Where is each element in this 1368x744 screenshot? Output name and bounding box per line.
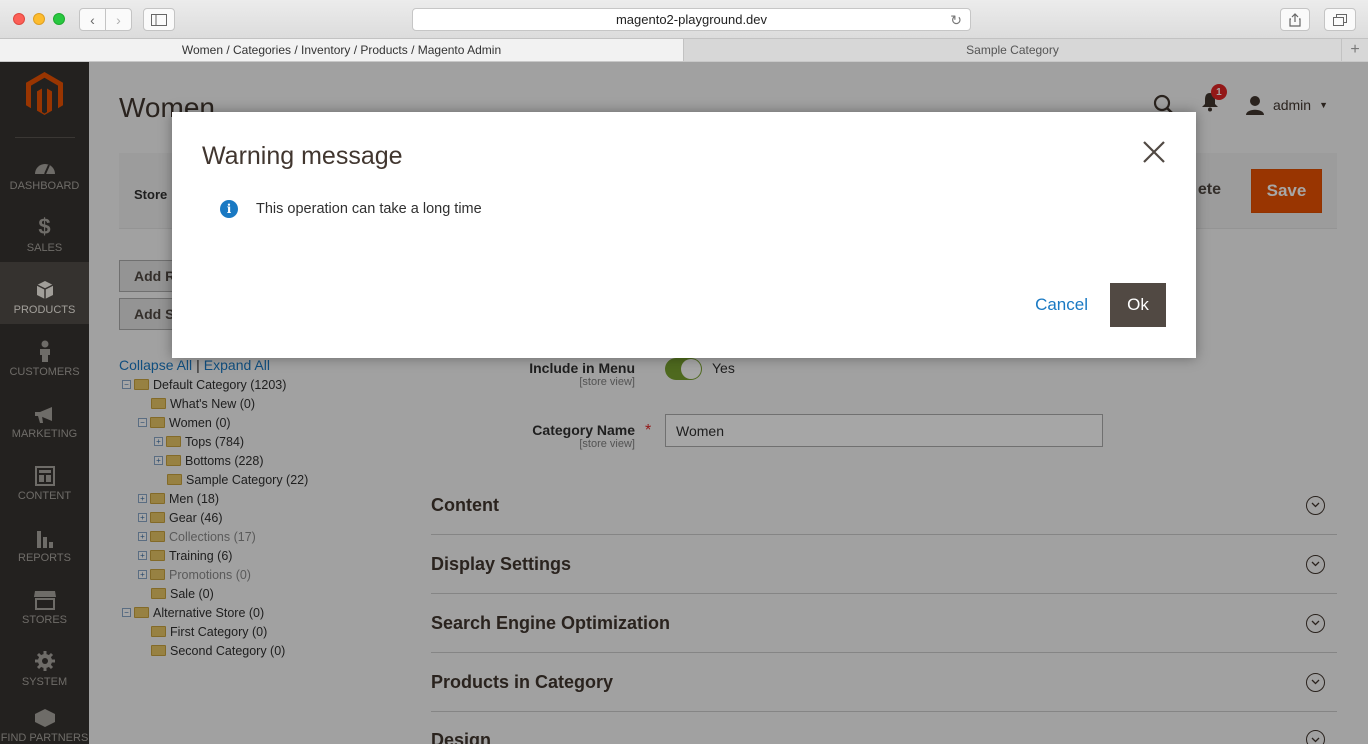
message-text: This operation can take a long time — [256, 201, 482, 217]
tab-magento-admin[interactable]: Women / Categories / Inventory / Product… — [0, 39, 684, 61]
share-button[interactable] — [1280, 8, 1310, 31]
sidebar-toggle-button[interactable] — [143, 8, 175, 31]
zoom-window-button[interactable] — [53, 13, 65, 25]
plus-icon: + — [1350, 41, 1360, 58]
close-icon[interactable] — [1142, 140, 1166, 164]
url-text: magento2-playground.dev — [615, 12, 768, 27]
tabs-icon — [1333, 13, 1347, 26]
sidebar-icon — [151, 13, 167, 26]
chevron-left-icon: ‹ — [90, 11, 95, 28]
info-icon: i — [220, 200, 238, 218]
show-tabs-button[interactable] — [1324, 8, 1356, 31]
browser-chrome: ‹ › magento2-playground.dev ↻ Women / Ca… — [0, 0, 1368, 62]
forward-button[interactable]: › — [105, 8, 132, 31]
warning-modal: Warning message i This operation can tak… — [172, 112, 1196, 358]
address-bar[interactable]: magento2-playground.dev ↻ — [412, 8, 971, 31]
tab-strip: Women / Categories / Inventory / Product… — [0, 39, 1368, 61]
modal-message: i This operation can take a long time — [220, 200, 482, 218]
cancel-button[interactable]: Cancel — [1035, 295, 1088, 315]
tab-sample-category[interactable]: Sample Category — [684, 39, 1342, 61]
modal-title: Warning message — [202, 142, 403, 170]
browser-toolbar: ‹ › magento2-playground.dev ↻ — [0, 0, 1368, 39]
close-window-button[interactable] — [13, 13, 25, 25]
chevron-right-icon: › — [116, 11, 121, 28]
ok-button[interactable]: Ok — [1110, 283, 1166, 327]
back-button[interactable]: ‹ — [79, 8, 106, 31]
reload-icon[interactable]: ↻ — [950, 12, 962, 29]
share-icon — [1289, 12, 1301, 27]
new-tab-button[interactable]: + — [1342, 39, 1368, 61]
minimize-window-button[interactable] — [33, 13, 45, 25]
